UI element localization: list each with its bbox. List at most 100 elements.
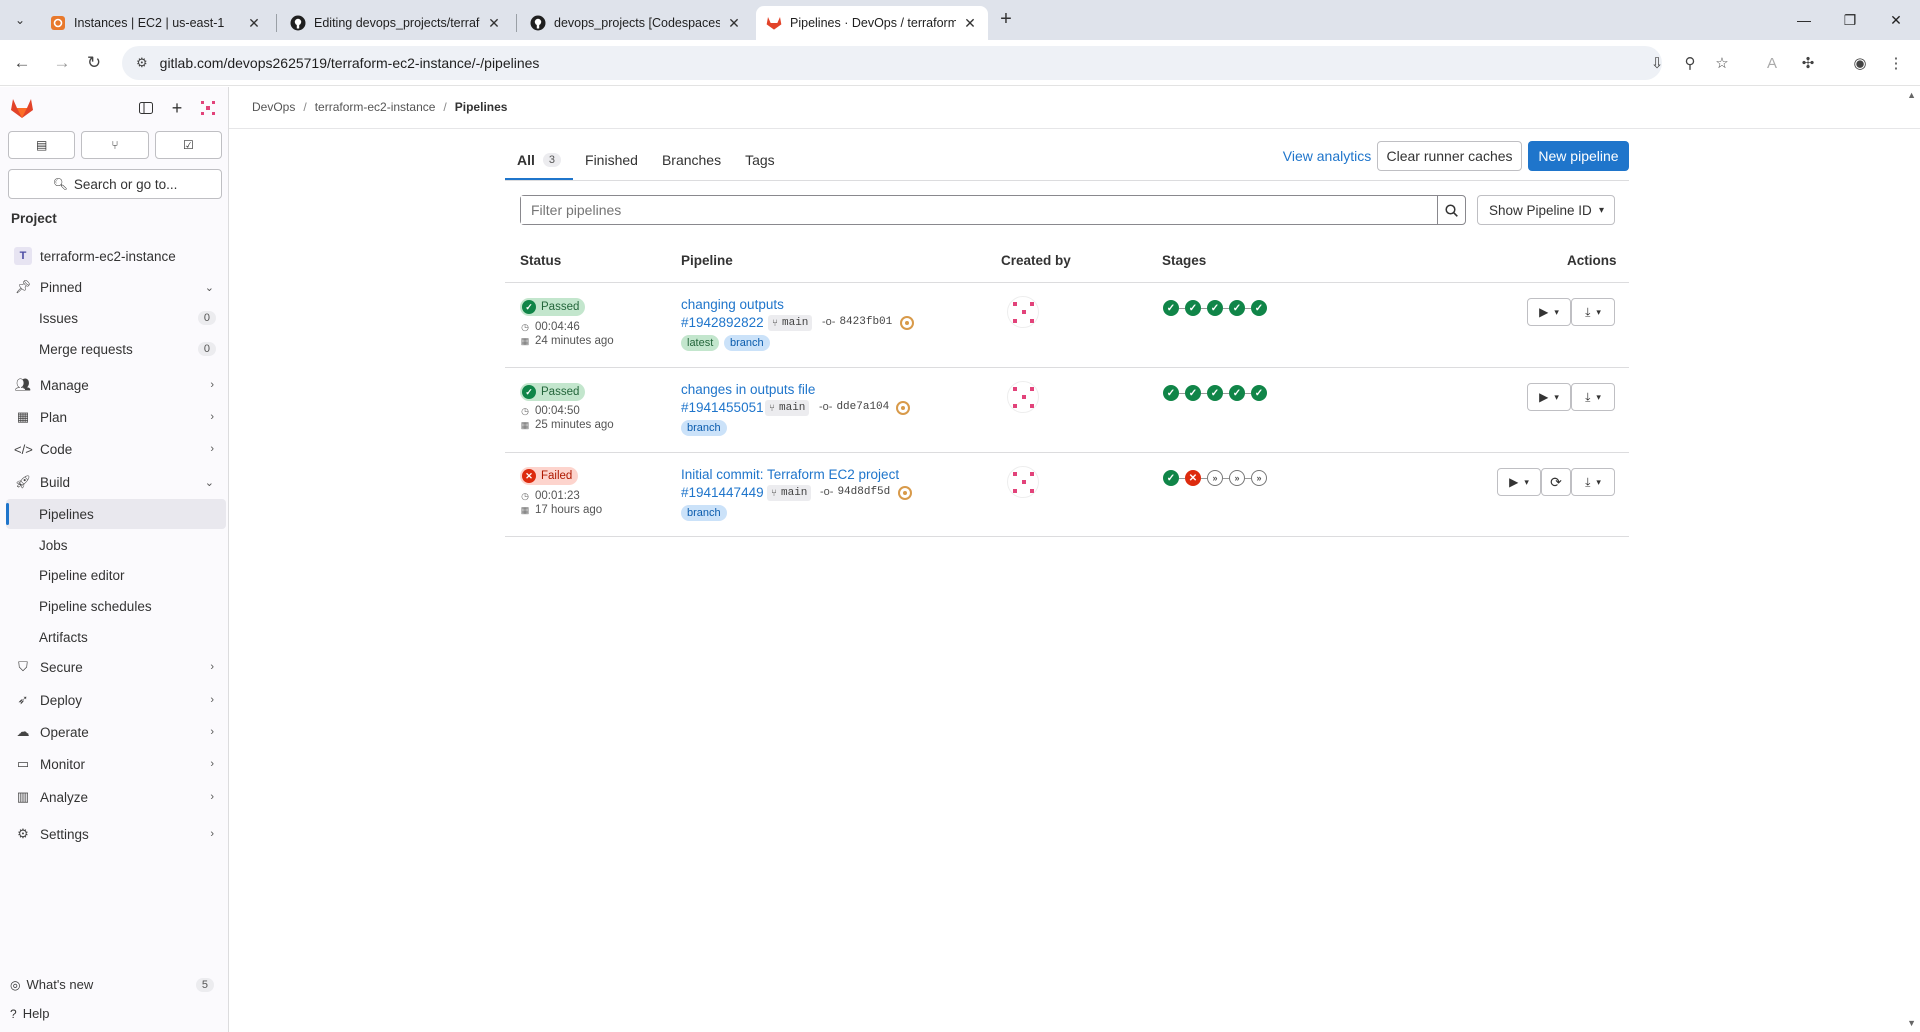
commit-sha-link[interactable]: -o-dde7a104 — [819, 401, 889, 413]
sidebar-item-monitor[interactable]: ▭ Monitor › — [6, 749, 226, 779]
creator-avatar[interactable] — [1007, 466, 1039, 498]
sidebar-item-merge-requests[interactable]: Merge requests 0 — [6, 334, 226, 364]
ref-chip[interactable]: ⑂ main — [768, 315, 813, 331]
pipeline-title-link[interactable]: changing outputs — [681, 297, 784, 312]
address-bar[interactable]: ⚙ gitlab.com/devops2625719/terraform-ec2… — [122, 46, 1662, 80]
pipeline-id-link[interactable]: #1941447449 — [681, 485, 764, 500]
gitlab-logo-icon[interactable] — [10, 97, 34, 119]
scroll-up-arrow-icon[interactable]: ▲ — [1907, 90, 1916, 100]
zoom-icon[interactable]: ⚲ — [1678, 51, 1702, 75]
run-manual-dropdown[interactable]: ▶ ▾ — [1527, 298, 1571, 326]
restore-icon[interactable]: ❐ — [1828, 0, 1872, 40]
bookmark-star-icon[interactable]: ☆ — [1710, 51, 1734, 75]
forward-icon[interactable]: → — [48, 49, 76, 77]
extensions-icon[interactable]: ✣ — [1796, 51, 1820, 75]
install-app-icon[interactable]: ⇩ — [1645, 51, 1669, 75]
tab-search-button[interactable]: ⌄ — [8, 8, 32, 32]
sidebar-pinned-toggle[interactable]: 📌︎ Pinned ⌄ — [6, 272, 226, 302]
whats-new-button[interactable]: ◎ What's new 5 — [10, 977, 214, 992]
close-icon[interactable]: ✕ — [726, 15, 742, 31]
stage-skipped-icon[interactable]: » — [1251, 470, 1267, 486]
browser-tab-ec2[interactable]: Instances | EC2 | us-east-1 ✕ — [40, 6, 272, 40]
tab-branches[interactable]: Branches — [650, 140, 733, 180]
scroll-down-arrow-icon[interactable]: ▼ — [1907, 1018, 1916, 1028]
stage-success-icon[interactable]: ✓ — [1163, 385, 1179, 401]
profile-icon[interactable]: ◉ — [1848, 51, 1872, 75]
stage-failed-icon[interactable]: ✕ — [1185, 470, 1201, 486]
download-artifacts-dropdown[interactable]: ⤓ ▾ — [1571, 383, 1615, 411]
sidebar-item-settings[interactable]: ⚙ Settings › — [6, 819, 226, 849]
download-artifacts-dropdown[interactable]: ⤓ ▾ — [1571, 468, 1615, 496]
run-manual-dropdown[interactable]: ▶ ▾ — [1527, 383, 1571, 411]
breadcrumb-group[interactable]: DevOps — [252, 100, 295, 114]
browser-tab-codespaces[interactable]: devops_projects [Codespaces: ✕ — [520, 6, 752, 40]
stage-skipped-icon[interactable]: » — [1229, 470, 1245, 486]
close-icon[interactable]: ✕ — [962, 15, 978, 31]
browser-tab-github-editing[interactable]: Editing devops_projects/terrafo ✕ — [280, 6, 512, 40]
breadcrumb-project[interactable]: terraform-ec2-instance — [315, 100, 436, 114]
stage-success-icon[interactable]: ✓ — [1229, 300, 1245, 316]
site-info-icon[interactable]: ⚙ — [136, 55, 148, 71]
pipeline-id-link[interactable]: #1941455051 — [681, 400, 764, 415]
creator-avatar[interactable] — [1007, 296, 1039, 328]
download-artifacts-dropdown[interactable]: ⤓ ▾ — [1571, 298, 1615, 326]
window-close-icon[interactable]: ✕ — [1874, 0, 1918, 40]
stage-success-icon[interactable]: ✓ — [1251, 385, 1267, 401]
retry-button[interactable]: ⟳ — [1541, 468, 1571, 496]
minimize-icon[interactable]: — — [1782, 0, 1826, 40]
help-button[interactable]: ? Help — [10, 1006, 49, 1021]
commit-sha-link[interactable]: -o- 8423fb01 — [822, 316, 892, 328]
new-pipeline-button[interactable]: New pipeline — [1528, 141, 1629, 171]
commit-sha-link[interactable]: -o- 94d8df5d — [820, 486, 890, 498]
stage-success-icon[interactable]: ✓ — [1185, 300, 1201, 316]
stage-success-icon[interactable]: ✓ — [1207, 300, 1223, 316]
tab-finished[interactable]: Finished — [573, 140, 650, 180]
browser-tab-pipelines[interactable]: Pipelines · DevOps / terraform- ✕ — [756, 6, 988, 40]
sidebar-item-jobs[interactable]: Jobs — [6, 530, 226, 560]
reader-icon[interactable]: A — [1760, 51, 1784, 75]
sidebar-item-manage[interactable]: 👥︎ Manage › — [6, 370, 226, 400]
sidebar-item-analyze[interactable]: ▥ Analyze › — [6, 782, 226, 812]
create-new-icon[interactable]: + — [166, 97, 188, 119]
ref-chip[interactable]: ⑂ main — [765, 400, 810, 416]
stage-success-icon[interactable]: ✓ — [1229, 385, 1245, 401]
back-icon[interactable]: ← — [8, 49, 36, 77]
sidebar-item-code[interactable]: </> Code › — [6, 434, 226, 464]
show-pipeline-id-dropdown[interactable]: Show Pipeline ID ▾ — [1477, 195, 1615, 225]
todos-button[interactable]: ☑ — [154, 131, 222, 159]
pipeline-title-link[interactable]: changes in outputs file — [681, 382, 815, 397]
sidebar-item-pipeline-editor[interactable]: Pipeline editor — [6, 560, 226, 590]
reload-icon[interactable]: ↻ — [80, 49, 108, 77]
pipeline-title-link[interactable]: Initial commit: Terraform EC2 project — [681, 467, 899, 482]
view-analytics-link[interactable]: View analytics — [1280, 141, 1374, 171]
close-icon[interactable]: ✕ — [486, 15, 502, 31]
pipeline-id-link[interactable]: #1942892822 — [681, 315, 764, 330]
close-icon[interactable]: ✕ — [246, 15, 262, 31]
sidebar-item-artifacts[interactable]: Artifacts — [6, 622, 226, 652]
tab-all[interactable]: All 3 — [505, 140, 574, 180]
sidebar-item-issues[interactable]: Issues 0 — [6, 303, 226, 333]
sidebar-toggle-icon[interactable] — [135, 97, 157, 119]
stage-success-icon[interactable]: ✓ — [1163, 470, 1179, 486]
filter-search-button[interactable] — [1437, 196, 1465, 224]
assigned-issues-button[interactable]: ▤ — [8, 131, 76, 159]
user-avatar[interactable] — [197, 97, 219, 119]
status-badge[interactable]: ✓ Passed — [520, 298, 586, 316]
stage-success-icon[interactable]: ✓ — [1163, 300, 1179, 316]
sidebar-item-pipeline-schedules[interactable]: Pipeline schedules — [6, 591, 226, 621]
sidebar-item-build[interactable]: 🚀︎ Build ⌄ — [6, 467, 226, 497]
stage-success-icon[interactable]: ✓ — [1251, 300, 1267, 316]
clear-runner-caches-button[interactable]: Clear runner caches — [1377, 141, 1522, 171]
menu-kebab-icon[interactable]: ⋮ — [1884, 51, 1908, 75]
sidebar-item-secure[interactable]: ⛉ Secure › — [6, 652, 226, 682]
merge-requests-button[interactable]: ⑂ — [81, 131, 149, 159]
filter-pipelines-input[interactable] — [521, 196, 1437, 224]
breadcrumb-current[interactable]: Pipelines — [455, 100, 508, 114]
status-badge[interactable]: ✕ Failed — [520, 467, 579, 485]
ref-chip[interactable]: ⑂ main — [767, 485, 812, 501]
stage-success-icon[interactable]: ✓ — [1207, 385, 1223, 401]
sidebar-item-deploy[interactable]: ➶ Deploy › — [6, 685, 226, 715]
sidebar-item-plan[interactable]: ▦ Plan › — [6, 402, 226, 432]
status-badge[interactable]: ✓ Passed — [520, 383, 586, 401]
run-manual-dropdown[interactable]: ▶ ▾ — [1497, 468, 1541, 496]
